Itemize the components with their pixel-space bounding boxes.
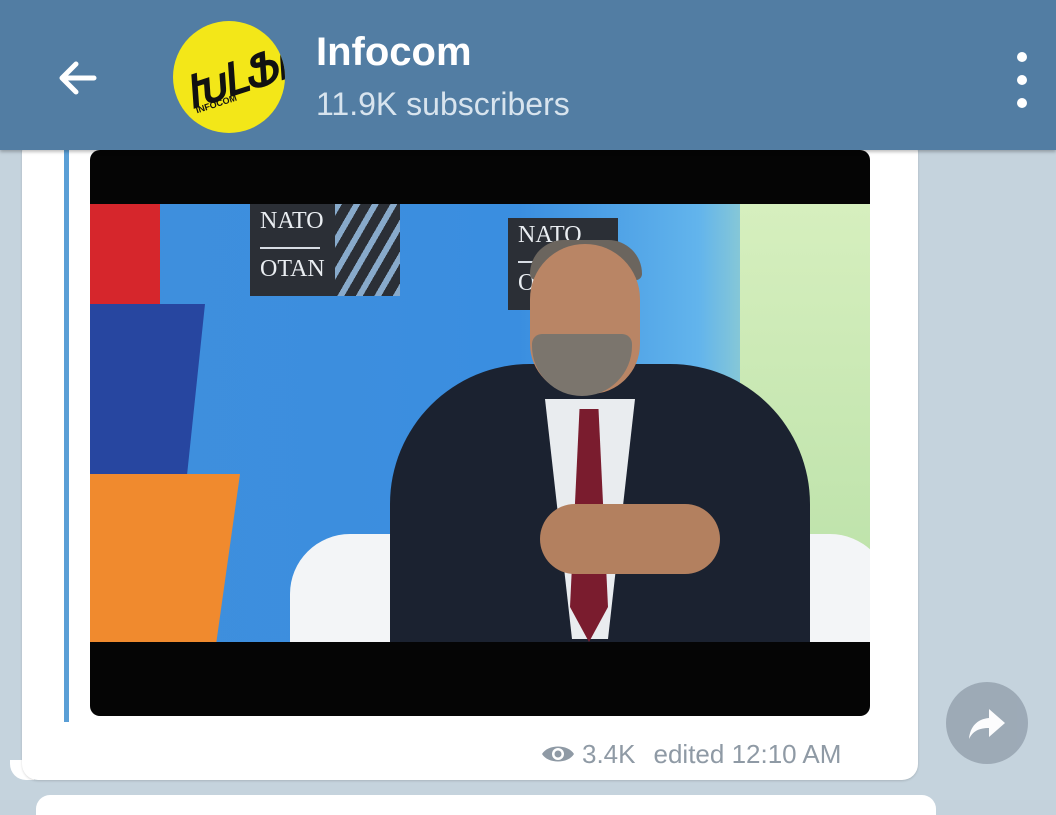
share-arrow-icon [969, 709, 1005, 739]
back-button[interactable] [48, 48, 108, 108]
channel-header: ԽԼՖՈ INFOCOM Infocom 11.9K subscribers [0, 0, 1056, 150]
more-options-button[interactable] [1002, 52, 1042, 108]
video-frame: NATO OTAN NATO OT [90, 204, 870, 642]
flag-stripe-orange [90, 474, 240, 642]
more-vertical-icon [1017, 52, 1027, 62]
message-meta: 3.4K edited 12:10 AM [540, 734, 841, 774]
channel-avatar[interactable]: ԽԼՖՈ INFOCOM [173, 21, 285, 133]
quote-accent-bar [64, 136, 69, 722]
next-message-bubble [36, 795, 936, 815]
eye-icon [542, 746, 574, 762]
flag-stripe-red [90, 204, 160, 314]
share-button[interactable] [946, 682, 1028, 764]
subscriber-count: 11.9K subscribers [316, 86, 570, 122]
arrow-left-icon [59, 61, 97, 95]
edited-timestamp: edited 12:10 AM [653, 738, 842, 769]
nato-sign-left: NATO OTAN [250, 204, 400, 296]
channel-title[interactable]: Infocom [316, 30, 472, 75]
video-thumbnail[interactable]: NATO OTAN NATO OT [90, 150, 870, 716]
view-count: 3.4K [582, 738, 636, 769]
person-hands [540, 504, 720, 574]
